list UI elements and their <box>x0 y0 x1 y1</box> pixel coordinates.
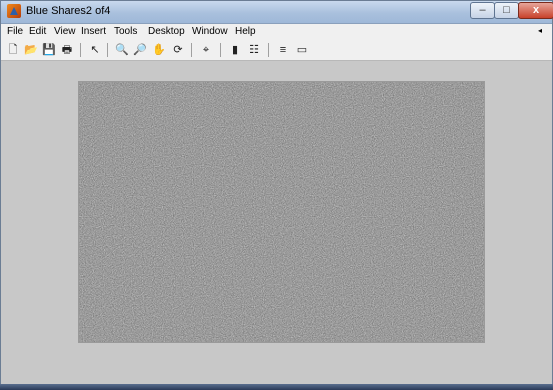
menu-file[interactable]: File <box>7 26 23 37</box>
menu-view[interactable]: View <box>54 26 76 37</box>
window-title: Blue Shares2 of4 <box>26 5 111 17</box>
minimize-button[interactable]: – <box>470 2 495 19</box>
title-bar[interactable]: Blue Shares2 of4 – □ x <box>1 1 553 24</box>
print-icon[interactable]: 🖶 <box>59 42 75 58</box>
select-arrow-icon[interactable]: ↖ <box>87 42 103 58</box>
data-cursor-icon[interactable]: ⌖ <box>198 42 214 58</box>
taskbar-edge <box>0 384 553 390</box>
matlab-logo-icon <box>7 4 21 18</box>
menu-tools[interactable]: Tools <box>114 26 137 37</box>
zoom-out-icon[interactable]: 🔎 <box>132 42 148 58</box>
figure-canvas[interactable] <box>1 61 552 389</box>
close-button[interactable]: x <box>518 2 553 19</box>
save-icon[interactable]: 💾 <box>41 42 57 58</box>
menu-desktop[interactable]: Desktop <box>148 26 185 37</box>
figure-toolbar: 🗋 📂 💾 🖶 ↖ 🔍 🔎 ✋ ⟳ ⌖ ▮ ☷ ≡ ▭ <box>1 40 552 61</box>
noise-texture <box>79 82 484 342</box>
rotate-icon[interactable]: ⟳ <box>170 42 186 58</box>
menu-window[interactable]: Window <box>192 26 228 37</box>
toolbar-separator <box>268 43 269 57</box>
toolbar-separator <box>80 43 81 57</box>
menu-insert[interactable]: Insert <box>81 26 106 37</box>
figure-window: Blue Shares2 of4 – □ x File Edit View In… <box>0 0 553 390</box>
show-plot-tools-icon[interactable]: ▭ <box>294 42 310 58</box>
colorbar-icon[interactable]: ▮ <box>227 42 243 58</box>
noise-image <box>79 82 484 342</box>
menu-bar: File Edit View Insert Tools Desktop Wind… <box>1 24 552 40</box>
legend-icon[interactable]: ☷ <box>246 42 262 58</box>
menu-edit[interactable]: Edit <box>29 26 46 37</box>
pan-icon[interactable]: ✋ <box>151 42 167 58</box>
toolbar-separator <box>220 43 221 57</box>
toolbar-separator <box>191 43 192 57</box>
new-figure-icon[interactable]: 🗋 <box>5 42 21 58</box>
menu-help[interactable]: Help <box>235 26 256 37</box>
menu-overflow-icon[interactable]: ◂ <box>538 26 542 35</box>
open-file-icon[interactable]: 📂 <box>23 42 39 58</box>
maximize-button[interactable]: □ <box>494 2 519 19</box>
zoom-in-icon[interactable]: 🔍 <box>114 42 130 58</box>
toolbar-separator <box>107 43 108 57</box>
hide-plot-tools-icon[interactable]: ≡ <box>275 42 291 58</box>
